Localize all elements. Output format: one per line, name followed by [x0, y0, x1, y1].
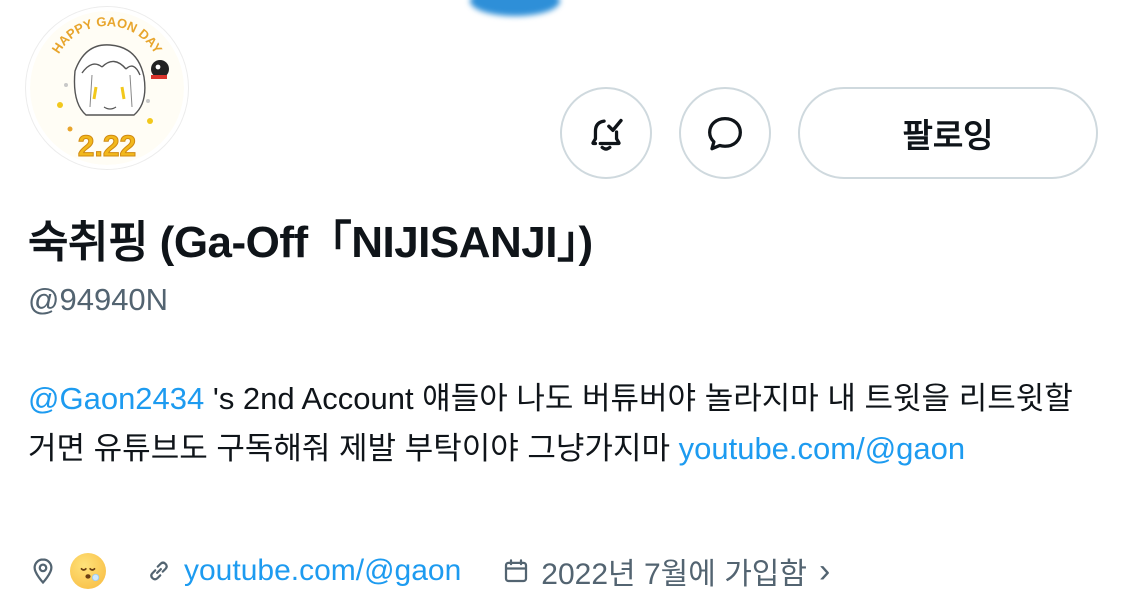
location-pin-icon [28, 556, 58, 586]
calendar-icon [501, 556, 531, 586]
avatar-illustration: HAPPY GAON DAY 2.22 [30, 11, 184, 165]
sleepy-face-emoji [70, 553, 106, 589]
message-button[interactable] [679, 87, 771, 179]
join-date: 2022년 7월에 가입함 [541, 558, 807, 591]
avatar[interactable]: HAPPY GAON DAY 2.22 [26, 7, 188, 169]
chevron-right-icon[interactable]: › [819, 552, 830, 591]
bell-check-icon [591, 118, 623, 151]
profile-bio: @Gaon2434 's 2nd Account 얘들아 나도 버튜버야 놀라지… [28, 374, 1098, 474]
website-link[interactable]: youtube.com/@gaon [184, 554, 461, 588]
banner-image-fragment [470, 0, 560, 16]
bio-youtube-link[interactable]: youtube.com/@gaon [679, 431, 966, 466]
following-button[interactable]: 팔로잉 [798, 87, 1098, 179]
message-bubble-icon [708, 116, 742, 151]
link-icon [144, 556, 174, 586]
profile-meta: youtube.com/@gaon 2022년 7월에 가입함 › [28, 548, 830, 594]
notification-button[interactable] [560, 87, 652, 179]
user-handle: @94940N [28, 282, 169, 317]
display-name: 숙취핑 (Ga-Off「NIJISANJI」) [28, 218, 593, 267]
avatar-date-text: 2.22 [78, 130, 136, 163]
bio-mention-link[interactable]: @Gaon2434 [28, 381, 204, 416]
